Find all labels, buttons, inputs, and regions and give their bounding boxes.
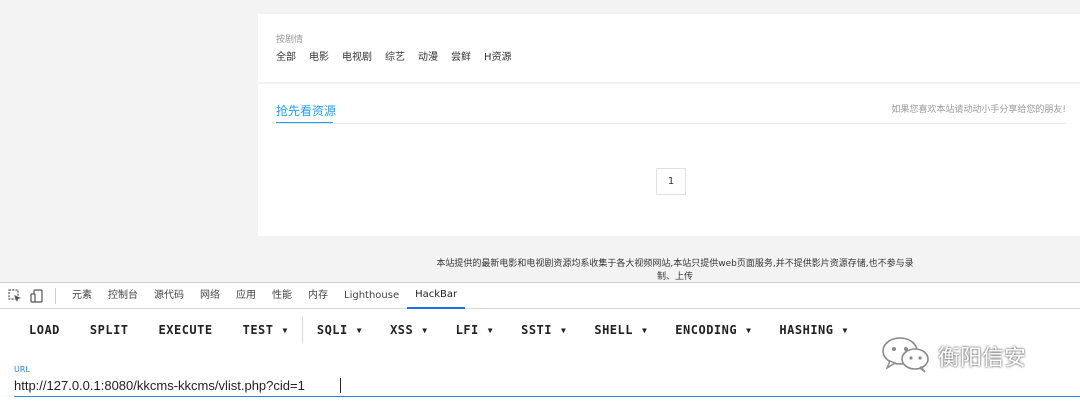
lfi-button[interactable]: LFI ▼ bbox=[456, 323, 494, 337]
load-button[interactable]: LOAD bbox=[29, 323, 60, 337]
filter-item-tv[interactable]: 电视剧 bbox=[342, 48, 372, 63]
tab-active-indicator bbox=[276, 122, 333, 123]
tab-application[interactable]: 应用 bbox=[228, 283, 264, 309]
tab-performance[interactable]: 性能 bbox=[264, 283, 300, 309]
content-card: 抢先看资源 如果您喜欢本站请动动小手分享给您的朋友! 1 bbox=[258, 84, 1080, 236]
sqli-button[interactable]: SQLI ▼ bbox=[317, 323, 362, 337]
encoding-button[interactable]: ENCODING ▼ bbox=[675, 323, 751, 337]
shell-button-label: SHELL bbox=[594, 323, 633, 337]
split-button-label: SPLIT bbox=[89, 323, 129, 337]
tab-sources[interactable]: 源代码 bbox=[146, 283, 192, 309]
wechat-icon bbox=[880, 334, 932, 378]
shell-button[interactable]: SHELL ▼ bbox=[594, 323, 647, 337]
chevron-down-icon: ▼ bbox=[842, 325, 848, 335]
hashing-button[interactable]: HASHING ▼ bbox=[779, 323, 847, 337]
chevron-down-icon: ▼ bbox=[641, 325, 648, 335]
execute-button-label: EXECUTE bbox=[158, 323, 213, 337]
filter-card: 按剧情 全部 电影 电视剧 综艺 动漫 尝鲜 H资源 bbox=[258, 14, 1080, 82]
tab-memory[interactable]: 内存 bbox=[300, 283, 336, 309]
filter-item-h[interactable]: H资源 bbox=[484, 48, 512, 63]
xss-button[interactable]: XSS ▼ bbox=[390, 323, 428, 337]
text-cursor bbox=[340, 378, 341, 393]
pagination-page-button[interactable]: 1 bbox=[656, 168, 686, 195]
filter-item-preview[interactable]: 尝鲜 bbox=[451, 48, 471, 63]
lfi-button-label: LFI bbox=[455, 323, 479, 337]
chevron-down-icon: ▼ bbox=[356, 325, 363, 335]
tab-hackbar[interactable]: HackBar bbox=[407, 283, 466, 309]
tab-early-access[interactable]: 抢先看资源 bbox=[276, 102, 336, 119]
inspect-element-icon[interactable] bbox=[5, 283, 25, 309]
test-button[interactable]: TEST ▼ bbox=[243, 323, 288, 337]
toolbar-divider bbox=[301, 317, 303, 343]
ssti-button[interactable]: SSTI ▼ bbox=[521, 323, 566, 337]
filter-title: 按剧情 bbox=[276, 35, 304, 45]
chevron-down-icon: ▼ bbox=[487, 325, 494, 335]
tab-lighthouse[interactable]: Lighthouse bbox=[336, 283, 407, 309]
footer-disclaimer: 本站提供的最新电影和电视剧资源均系收集于各大视频网站,本站只提供web页面服务,… bbox=[395, 258, 955, 284]
tab-console[interactable]: 控制台 bbox=[100, 283, 146, 309]
filter-item-all[interactable]: 全部 bbox=[276, 48, 296, 63]
filter-item-movie[interactable]: 电影 bbox=[309, 48, 329, 63]
url-input[interactable] bbox=[14, 375, 1080, 397]
hashing-button-label: HASHING bbox=[779, 323, 834, 337]
share-text: 如果您喜欢本站请动动小手分享给您的朋友! bbox=[891, 105, 1066, 115]
device-toolbar-icon[interactable] bbox=[27, 283, 47, 309]
chevron-down-icon: ▼ bbox=[746, 325, 752, 335]
execute-button[interactable]: EXECUTE bbox=[159, 323, 213, 337]
tab-divider bbox=[276, 123, 1066, 124]
devtools-tabbar: 元素 控制台 源代码 网络 应用 性能 内存 Lighthouse HackBa… bbox=[0, 283, 1080, 309]
chevron-down-icon: ▼ bbox=[282, 325, 288, 335]
ssti-button-label: SSTI bbox=[521, 323, 553, 337]
filter-item-variety[interactable]: 综艺 bbox=[385, 48, 405, 63]
encoding-button-label: ENCODING bbox=[675, 323, 738, 337]
load-button-label: LOAD bbox=[29, 323, 60, 337]
footer-line-1: 本站提供的最新电影和电视剧资源均系收集于各大视频网站,本站只提供web页面服务,… bbox=[436, 259, 914, 269]
chevron-down-icon: ▼ bbox=[561, 325, 567, 335]
filter-item-anime[interactable]: 动漫 bbox=[418, 48, 438, 63]
test-button-label: TEST bbox=[242, 323, 274, 337]
watermark: 衡阳信安 bbox=[880, 334, 1026, 378]
tab-network[interactable]: 网络 bbox=[192, 283, 228, 309]
filter-list: 全部 电影 电视剧 综艺 动漫 尝鲜 H资源 bbox=[276, 48, 525, 63]
devtools-separator bbox=[55, 287, 56, 304]
sqli-button-label: SQLI bbox=[316, 323, 348, 337]
split-button[interactable]: SPLIT bbox=[90, 323, 129, 337]
tab-elements[interactable]: 元素 bbox=[64, 283, 100, 309]
xss-button-label: XSS bbox=[390, 323, 414, 337]
url-label: URL bbox=[14, 365, 30, 374]
chevron-down-icon: ▼ bbox=[422, 325, 428, 335]
watermark-text: 衡阳信安 bbox=[938, 346, 1027, 371]
